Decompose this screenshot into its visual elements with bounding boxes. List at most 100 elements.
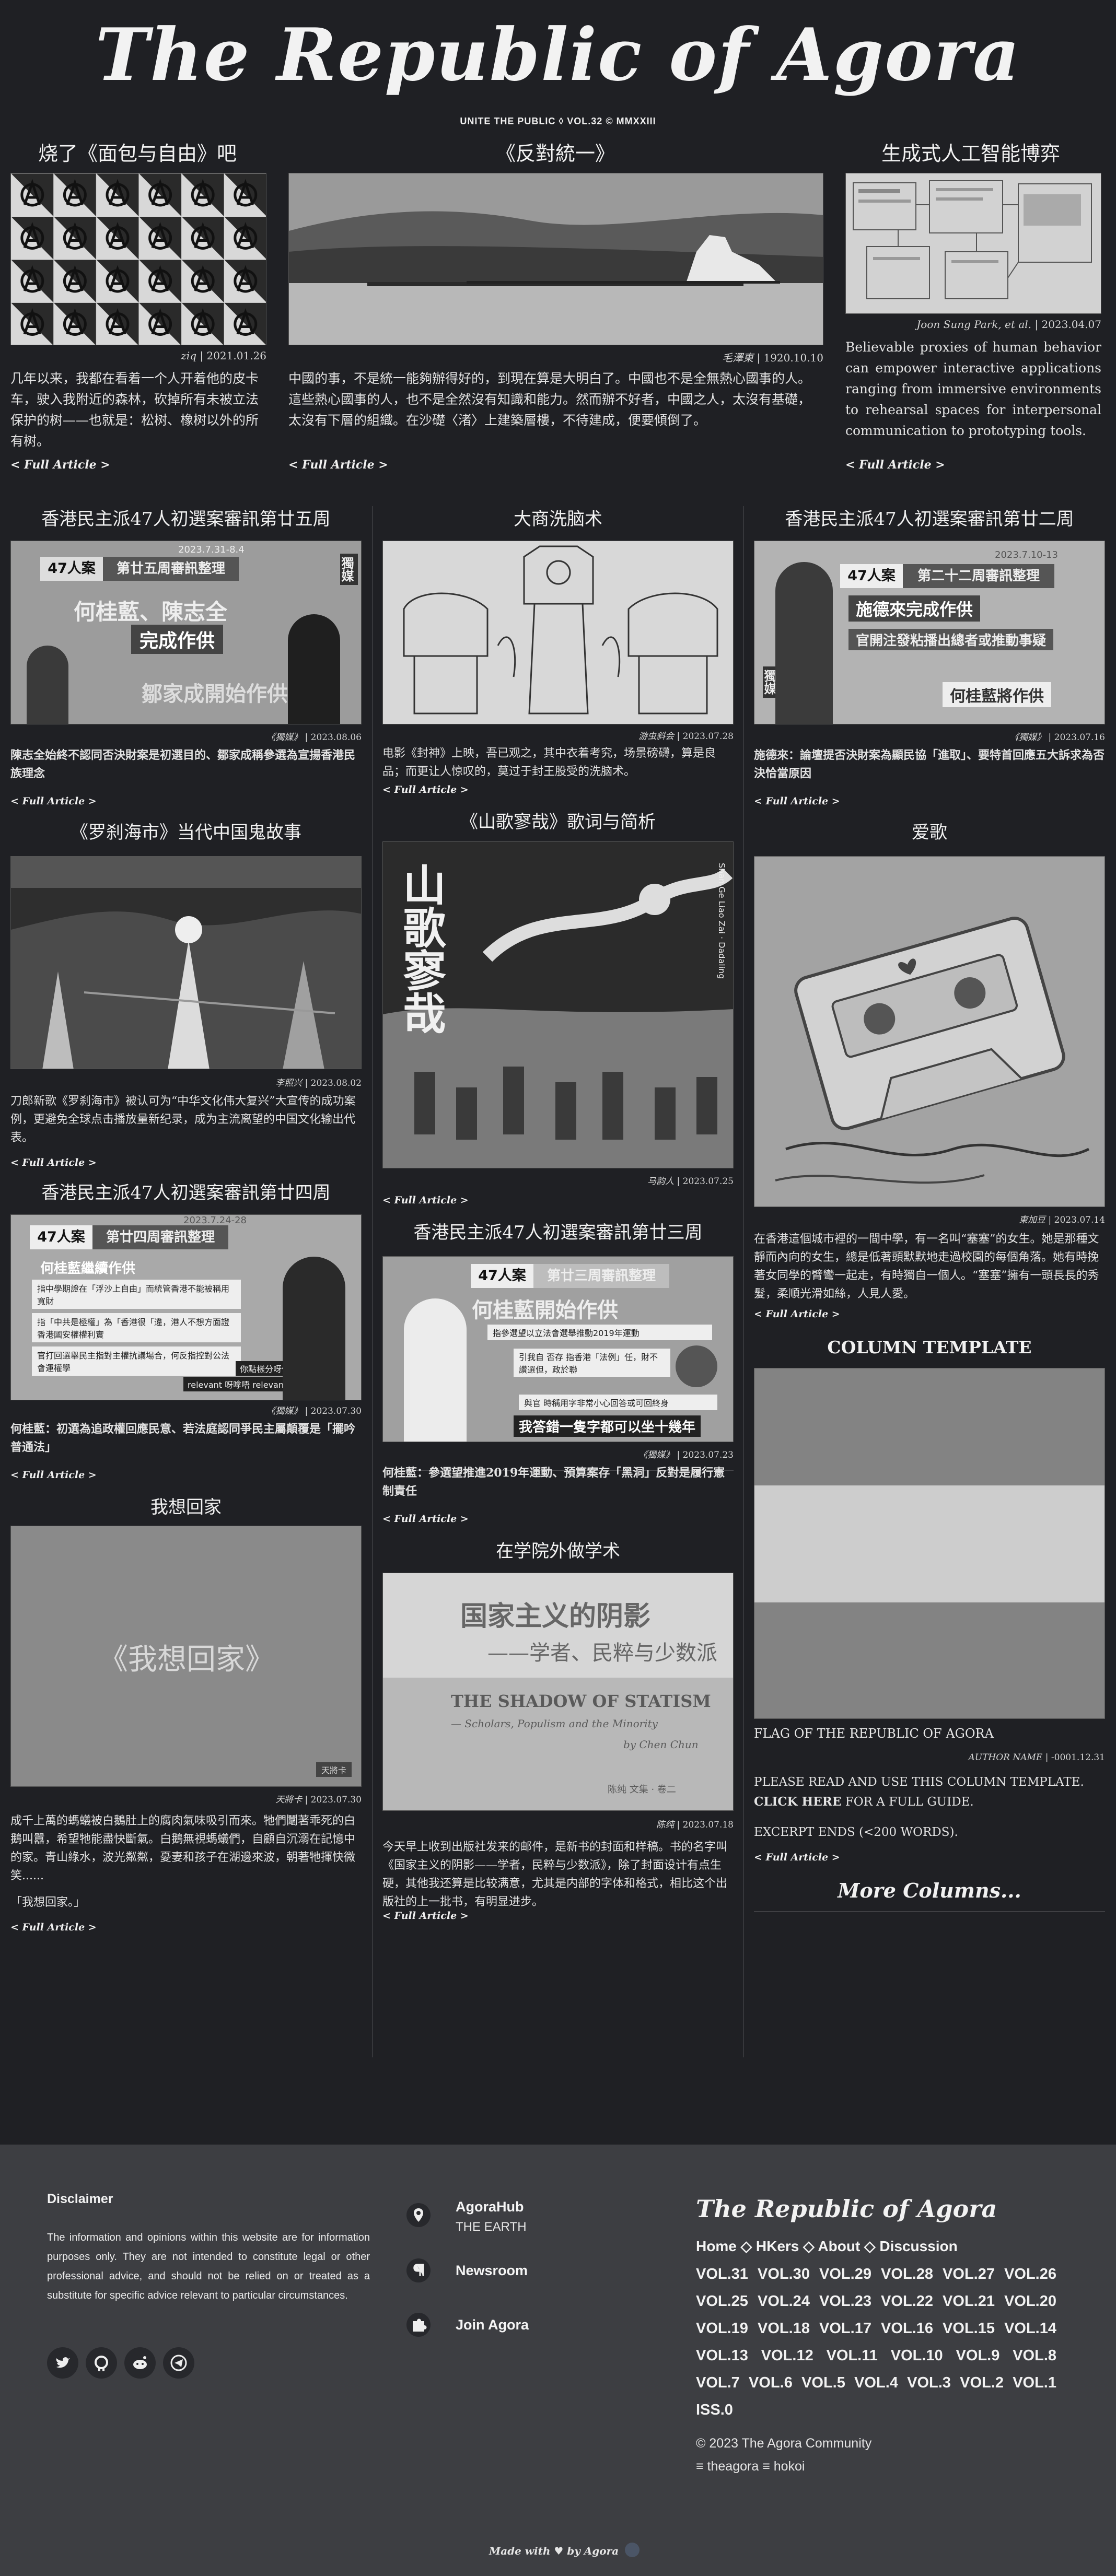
article-title-hk23[interactable]: 香港民主派47人初選案審訊第廿三周 <box>382 1220 734 1246</box>
article-credit-hk22: 《獨媒》 | 2023.07.16 <box>1010 732 1105 743</box>
flag-stripe-top <box>754 1368 1105 1485</box>
article-image-hk25[interactable]: 47人案 第廿五周審訊整理 2023.7.31-8.4 何桂藍、陳志全 完成作供… <box>10 541 362 724</box>
full-article-link-hk23[interactable]: < Full Article > <box>382 1513 469 1525</box>
telegram-icon[interactable] <box>163 2347 194 2379</box>
article-title-genai[interactable]: 生成式人工智能博弈 <box>835 140 1107 167</box>
click-here-link[interactable]: CLICK HERE <box>754 1795 841 1809</box>
article-excerpt-hk24: 何桂藍：初選為追政權回應民意、若法庭認同爭民主屬顛覆是「擺吟普通法」 <box>10 1422 356 1454</box>
article-title-hk24[interactable]: 香港民主派47人初選案審訊第廿四周 <box>10 1180 362 1206</box>
reddit-icon[interactable] <box>124 2347 156 2379</box>
full-article-link-antiunify[interactable]: < Full Article > <box>288 458 388 472</box>
article-title-lovesong[interactable]: 爱歌 <box>754 819 1105 846</box>
bullet-2: 引我自 否存 指香港「法例」任，財不讚選但，政於聯 <box>514 1349 670 1377</box>
article-excerpt-lovesong: 在香港這個城市裡的一間中學，有一名叫“塞塞”的女生。她是那種文靜而內向的女生，總… <box>754 1233 1099 1301</box>
bullet-1: 指中學期證在「浮沙上自由」而統管香港不能被稱用寬財 <box>32 1280 241 1309</box>
case-badge: 47人案 <box>40 557 103 581</box>
article-image-bread[interactable] <box>10 173 266 345</box>
site-title[interactable]: The Republic of Agora <box>0 16 1116 94</box>
article-title-hk22[interactable]: 香港民主派47人初選案審訊第廿二周 <box>754 506 1105 532</box>
person-thumbnail <box>676 1345 717 1387</box>
full-article-link-hk22[interactable]: < Full Article > <box>754 795 840 807</box>
headline-line2: 官開注發粘播出總者或推動事疑 <box>848 629 1054 650</box>
volume-list[interactable]: VOL.31 VOL.30 VOL.29 VOL.28 VOL.27 VOL.2… <box>696 2261 1056 2423</box>
full-article-link-mountainsong[interactable]: < Full Article > <box>382 1195 469 1206</box>
full-article-link-genai[interactable]: < Full Article > <box>845 458 945 472</box>
full-article-link-hk25[interactable]: < Full Article > <box>10 795 97 807</box>
article-title-gohome[interactable]: 我想回家 <box>10 1494 362 1520</box>
footer-link-agorahub-sub: THE EARTH <box>456 2220 527 2234</box>
article-excerpt-gohome: 成千上萬的螞蟻被白鵝肚上的腐肉氣味吸引而來。牠們鬮著乖死的白鵝叫囂，希望牠能盡快… <box>10 1814 356 1882</box>
article-title-hk25[interactable]: 香港民主派47人初選案審訊第廿五周 <box>10 506 362 532</box>
image-title-vertical: 山歌寥哉 <box>396 863 446 1034</box>
article-excerpt-statism: 今天早上收到出版社发来的邮件，是新书的封面和样稿。书的名字叫《国家主义的阴影——… <box>382 1841 728 1908</box>
article-image-hk23[interactable]: 47人案 第廿三周審訊整理 何桂藍開始作供 指參選望以立法會選舉推動2019年運… <box>382 1256 734 1442</box>
case-badge: 47人案 <box>30 1225 92 1249</box>
footer-nav[interactable]: Home ◇ HKers ◇ About ◇ Discussion <box>696 2238 958 2255</box>
article-title-statism[interactable]: 在学院外做学术 <box>382 1538 734 1564</box>
article-excerpt-hk23: 何桂藍：參選望推進2019年運動、預算案存「黑洞」反對是履行憲制責任 <box>382 1466 725 1498</box>
footer-link-newsroom[interactable]: Newsroom <box>456 2263 528 2279</box>
full-article-link-gohome[interactable]: < Full Article > <box>10 1922 97 1933</box>
article-title-template[interactable]: COLUMN TEMPLATE <box>754 1334 1105 1361</box>
social-handles[interactable]: ≡ theagora ≡ hokoi <box>696 2459 805 2474</box>
anarchy-symbols-grid <box>11 173 266 345</box>
footer-link-agorahub[interactable]: AgoraHub <box>456 2199 524 2215</box>
article-image-genai[interactable] <box>845 173 1101 314</box>
lake-statue-photo <box>289 173 823 345</box>
article-credit-gohome: 天將卡 | 2023.07.30 <box>275 1795 362 1805</box>
globe-icon <box>625 2543 640 2557</box>
book-subtitle-cn: ——学者、民粹与少数派 <box>487 1641 717 1665</box>
person-silhouette <box>404 1298 467 1442</box>
footer-link-join[interactable]: Join Agora <box>456 2317 529 2333</box>
article-image-hk24[interactable]: 47人案 第廿四周審訊整理 2023.7.24-28 何桂藍繼續作供 指中學期證… <box>10 1214 362 1400</box>
more-columns-underline <box>754 1911 1105 1912</box>
article-title-brainwash[interactable]: 大商洗脑术 <box>382 506 734 532</box>
copyright: © 2023 The Agora Community <box>696 2436 872 2451</box>
column-divider-1 <box>372 506 373 2057</box>
full-article-link-rakshasa[interactable]: < Full Article > <box>10 1157 97 1168</box>
image-caption-text: 《我想回家》 <box>99 1643 274 1677</box>
person-silhouette <box>288 614 340 724</box>
more-columns-link[interactable]: More Columns... <box>754 1878 1105 1904</box>
case-badge: 47人案 <box>471 1264 533 1288</box>
article-image-antiunify[interactable] <box>288 173 823 345</box>
article-image-rakshasa[interactable] <box>10 856 362 1069</box>
full-article-link-lovesong[interactable]: < Full Article > <box>754 1308 840 1320</box>
article-title-antiunify[interactable]: 《反對統一》 <box>286 140 824 167</box>
generative-agents-diagram <box>853 180 1092 299</box>
headline-line3: 鄒家成開始作供 <box>142 682 288 706</box>
headline-line1: 施德來完成作供 <box>848 595 981 622</box>
book-title-en: THE SHADOW OF STATISM <box>451 1691 711 1711</box>
full-article-link-statism[interactable]: < Full Article > <box>382 1910 469 1922</box>
flag-stripe-middle <box>754 1485 1105 1602</box>
article-title-rakshasa[interactable]: 《罗刹海市》当代中国鬼故事 <box>10 819 362 846</box>
banner-label: 第廿四周審訊整理 <box>92 1225 228 1249</box>
full-article-link-bread[interactable]: < Full Article > <box>10 458 110 472</box>
image-caption: 我答錯一隻字都可以坐十幾年 <box>514 1415 701 1437</box>
article-title-mountainsong[interactable]: 《山歌寥哉》歌词与简析 <box>382 809 734 835</box>
article-image-brainwash[interactable] <box>382 541 734 724</box>
article-image-hk22[interactable]: 47人案 第二十二周審訊整理 2023.7.10-13 施德來完成作供 官開注發… <box>754 541 1105 724</box>
book-author-cn: 陈纯 文集 · 卷二 <box>608 1784 676 1795</box>
article-excerpt-antiunify: 中國的事，不是統一能夠辦得好的，到現在算是大明白了。中國也不是全無熱心國事的人。… <box>288 371 811 428</box>
full-article-link-brainwash[interactable]: < Full Article > <box>382 784 469 795</box>
article-excerpt-template-2: EXCERPT ENDS (<200 WORDS). <box>754 1825 958 1839</box>
agora-flag-image[interactable] <box>754 1368 1105 1719</box>
article-image-statism[interactable]: 国家主义的阴影 ——学者、民粹与少数派 THE SHADOW OF STATIS… <box>382 1573 734 1811</box>
article-credit-bread: ziq | 2021.01.26 <box>181 349 266 362</box>
article-image-gohome[interactable]: 《我想回家》 天將卡 <box>10 1526 362 1787</box>
article-title-bread[interactable]: 烧了《面包与自由》吧 <box>0 140 275 167</box>
flag-stripe-bottom <box>754 1602 1105 1718</box>
article-image-lovesong[interactable] <box>754 856 1105 1207</box>
twitter-icon[interactable] <box>47 2347 78 2379</box>
image-tag: 天將卡 <box>316 1762 352 1777</box>
github-icon[interactable] <box>86 2347 117 2379</box>
made-with-credit: Made with ♥ by Agora <box>489 2545 619 2557</box>
article-image-mountainsong[interactable]: 山歌寥哉 Shan Ge Liao Zai · Dadaling <box>382 841 734 1168</box>
footer-brand[interactable]: The Republic of Agora <box>696 2195 997 2223</box>
full-article-link-hk24[interactable]: < Full Article > <box>10 1469 97 1481</box>
side-label: 獨媒 <box>339 554 358 585</box>
column-divider-2 <box>743 506 744 2057</box>
full-article-link-template[interactable]: < Full Article > <box>754 1852 840 1863</box>
headline-line2: 完成作供 <box>131 625 224 654</box>
